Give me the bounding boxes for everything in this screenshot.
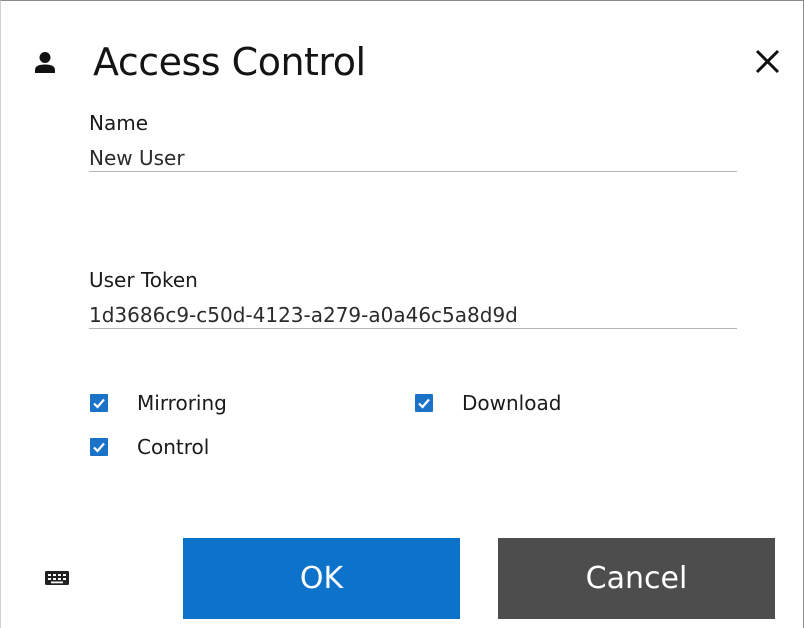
access-control-dialog: Access Control Name User Token Mirroring… [0, 0, 804, 628]
name-field[interactable] [89, 145, 737, 172]
dialog-title: Access Control [93, 40, 366, 84]
mirroring-label: Mirroring [137, 391, 227, 415]
checkbox-checked-icon[interactable] [90, 394, 108, 412]
checkbox-checked-icon[interactable] [90, 438, 108, 456]
keyboard-icon[interactable] [45, 571, 69, 585]
name-label: Name [89, 111, 149, 135]
mirroring-checkbox[interactable]: Mirroring [90, 391, 227, 415]
download-checkbox[interactable]: Download [415, 391, 561, 415]
user-token-field[interactable] [89, 302, 737, 329]
cancel-button[interactable]: Cancel [498, 538, 775, 619]
control-checkbox[interactable]: Control [90, 435, 209, 459]
user-token-label: User Token [89, 268, 198, 292]
user-icon [35, 52, 55, 73]
download-label: Download [462, 391, 562, 415]
checkbox-checked-icon[interactable] [415, 394, 433, 412]
close-icon[interactable] [747, 42, 787, 82]
control-label: Control [137, 435, 210, 459]
ok-button[interactable]: OK [183, 538, 460, 619]
